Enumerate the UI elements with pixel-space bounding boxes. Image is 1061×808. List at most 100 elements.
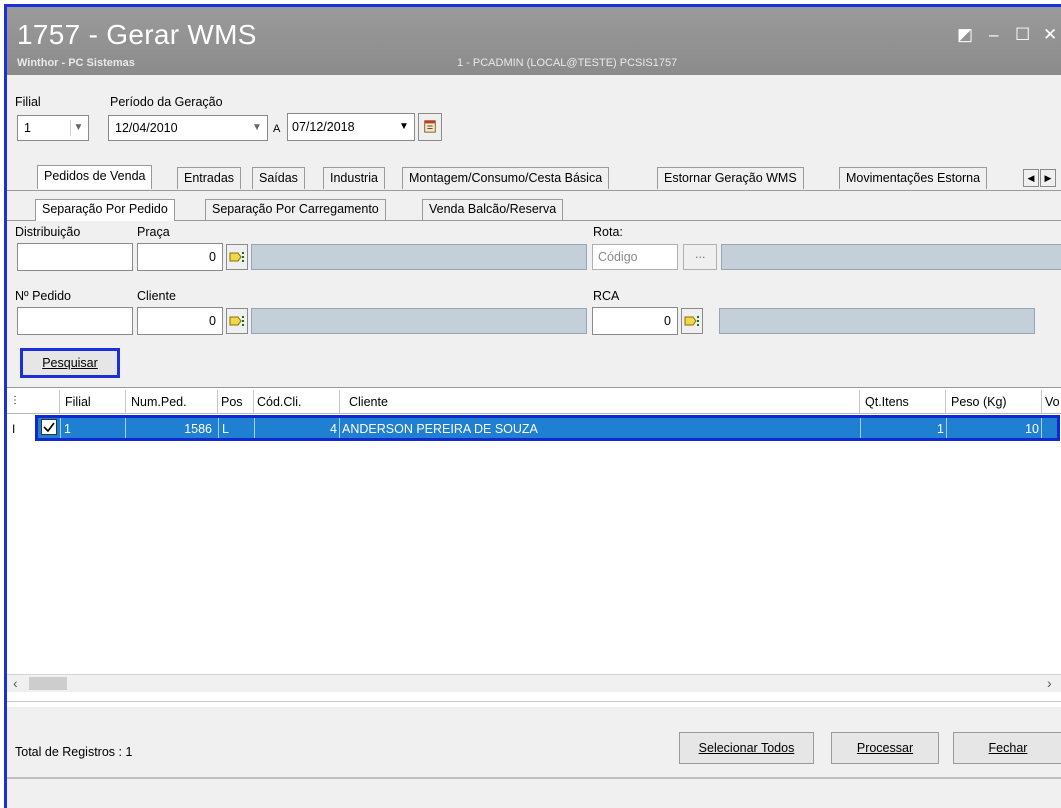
- distribuicao-field[interactable]: [17, 243, 133, 271]
- tab-scroll-left-icon[interactable]: ◀: [1023, 169, 1039, 187]
- praca-code-value: 0: [209, 250, 216, 264]
- text-cursor-icon: I: [12, 422, 16, 436]
- scrollbar-thumb[interactable]: [29, 677, 67, 690]
- tab-entradas[interactable]: Entradas: [177, 167, 242, 189]
- praca-code-field[interactable]: 0: [137, 243, 223, 271]
- row-checkbox[interactable]: [41, 419, 57, 435]
- date-end-field[interactable]: 07/12/2018 ▼: [287, 113, 415, 141]
- filial-label: Filial: [15, 95, 41, 109]
- tab-venda-balcao[interactable]: Venda Balcão/Reserva: [422, 199, 564, 220]
- cell-peso: 10: [1025, 422, 1039, 436]
- column-separator: [859, 390, 860, 414]
- filial-select[interactable]: 1 ▼: [17, 115, 89, 141]
- periodo-label: Período da Geração: [110, 95, 223, 109]
- close-icon[interactable]: ✕: [1043, 25, 1057, 45]
- maximize-icon[interactable]: ☐: [1015, 25, 1030, 45]
- column-separator: [1041, 390, 1042, 414]
- cell-cliente: ANDERSON PEREIRA DE SOUZA: [342, 422, 538, 436]
- praca-lookup-button[interactable]: [226, 244, 248, 270]
- column-separator: [59, 390, 60, 414]
- calendar-icon: [424, 120, 436, 133]
- tab-separacao-pedido[interactable]: Separação Por Pedido: [35, 199, 175, 221]
- column-separator: [217, 390, 218, 414]
- column-separator: [253, 390, 254, 414]
- column-separator: [945, 390, 946, 414]
- rota-description: [721, 244, 1061, 270]
- tab-scroll-right-icon[interactable]: ▶: [1040, 169, 1056, 187]
- cell-pos: L: [222, 422, 229, 436]
- rca-code-value: 0: [664, 314, 671, 328]
- column-separator: [339, 390, 340, 414]
- pedido-field[interactable]: [17, 307, 133, 335]
- rca-lookup-button[interactable]: [681, 308, 703, 334]
- tab-separacao-carregamento[interactable]: Separação Por Carregamento: [205, 199, 386, 220]
- restore-icon[interactable]: ◩: [957, 25, 973, 45]
- col-filial[interactable]: Filial: [65, 395, 91, 409]
- cell-separator: [339, 418, 340, 438]
- cliente-label: Cliente: [137, 289, 176, 303]
- praca-description: [251, 244, 587, 270]
- rca-code-field[interactable]: 0: [592, 307, 678, 335]
- cell-qt-itens: 1: [937, 422, 944, 436]
- tab-saidas[interactable]: Saídas: [252, 167, 305, 189]
- rota-placeholder: Código: [598, 250, 638, 264]
- cell-separator: [254, 418, 255, 438]
- tab-montagem[interactable]: Montagem/Consumo/Cesta Básica: [402, 167, 610, 189]
- distribuicao-label: Distribuição: [15, 225, 81, 239]
- cell-separator: [125, 418, 126, 438]
- col-cod-cli[interactable]: Cód.Cli.: [257, 395, 301, 409]
- sub-tabs: Separação Por Pedido Separação Por Carre…: [7, 199, 1061, 221]
- cell-num-ped: 1586: [184, 422, 212, 436]
- main-tabs: Pedidos de Venda Entradas Saídas Industr…: [7, 165, 1061, 191]
- cell-separator: [60, 418, 61, 438]
- selecionar-todos-button[interactable]: Selecionar Todos: [679, 732, 814, 764]
- horizontal-scrollbar[interactable]: ‹ ›: [7, 674, 1061, 692]
- rca-description: [719, 308, 1035, 334]
- status-bar: [7, 777, 1061, 808]
- col-cliente[interactable]: Cliente: [349, 395, 388, 409]
- rca-label: RCA: [593, 289, 620, 303]
- minimize-icon[interactable]: –: [989, 25, 998, 45]
- col-vo[interactable]: Vo: [1045, 395, 1060, 409]
- scroll-right-icon[interactable]: ›: [1047, 675, 1052, 691]
- scroll-left-icon[interactable]: ‹: [13, 675, 18, 691]
- pedido-label: Nº Pedido: [15, 289, 71, 303]
- processar-button[interactable]: Processar: [831, 732, 939, 764]
- col-peso[interactable]: Peso (Kg): [951, 395, 1007, 409]
- calendar-button[interactable]: [418, 113, 442, 141]
- cliente-lookup-button[interactable]: [226, 308, 248, 334]
- cell-cod-cli: 4: [330, 422, 337, 436]
- tab-industria[interactable]: Industria: [323, 167, 385, 189]
- grid-header: ⋮ Filial Num.Ped. Pos Cód.Cli. Cliente Q…: [7, 390, 1061, 414]
- filial-value: 1: [24, 121, 31, 135]
- tab-pedidos-venda[interactable]: Pedidos de Venda: [37, 165, 153, 189]
- pencil-lookup-icon: [684, 316, 699, 326]
- row-indicator-icon: ⋮: [10, 395, 20, 406]
- window-subtitle: Winthor - PC Sistemas: [17, 57, 135, 69]
- fechar-button[interactable]: Fechar: [953, 732, 1061, 764]
- col-num-ped[interactable]: Num.Ped.: [131, 395, 187, 409]
- window-title: 1757 - Gerar WMS: [17, 19, 257, 50]
- col-qt-itens[interactable]: Qt.Itens: [865, 395, 909, 409]
- cell-separator: [218, 418, 219, 438]
- cliente-code-value: 0: [209, 314, 216, 328]
- chevron-down-icon[interactable]: ▼: [249, 120, 265, 136]
- app-window: 1757 - Gerar WMS Winthor - PC Sistemas 1…: [4, 4, 1061, 808]
- chevron-down-icon[interactable]: ▼: [396, 119, 412, 135]
- rota-label: Rota:: [593, 225, 623, 239]
- praca-label: Praça: [137, 225, 170, 239]
- checkmark-icon: [43, 422, 55, 433]
- rota-lookup-button[interactable]: ...: [683, 244, 717, 270]
- date-start-field[interactable]: 12/04/2010 ▼: [108, 115, 268, 141]
- tab-movimentacoes[interactable]: Movimentações Estorna: [839, 167, 988, 189]
- tab-estornar[interactable]: Estornar Geração WMS: [657, 167, 804, 189]
- pesquisar-button[interactable]: Pesquisar: [20, 348, 120, 378]
- cell-filial: 1: [64, 422, 71, 436]
- table-row[interactable]: 1 1586 L 4 ANDERSON PEREIRA DE SOUZA 1 1…: [35, 415, 1060, 441]
- col-pos[interactable]: Pos: [221, 395, 251, 409]
- cell-separator: [946, 418, 947, 438]
- a-label: A: [273, 123, 281, 135]
- cliente-code-field[interactable]: 0: [137, 307, 223, 335]
- rota-code-field[interactable]: Código: [592, 244, 678, 270]
- title-bar: 1757 - Gerar WMS Winthor - PC Sistemas 1…: [7, 7, 1061, 75]
